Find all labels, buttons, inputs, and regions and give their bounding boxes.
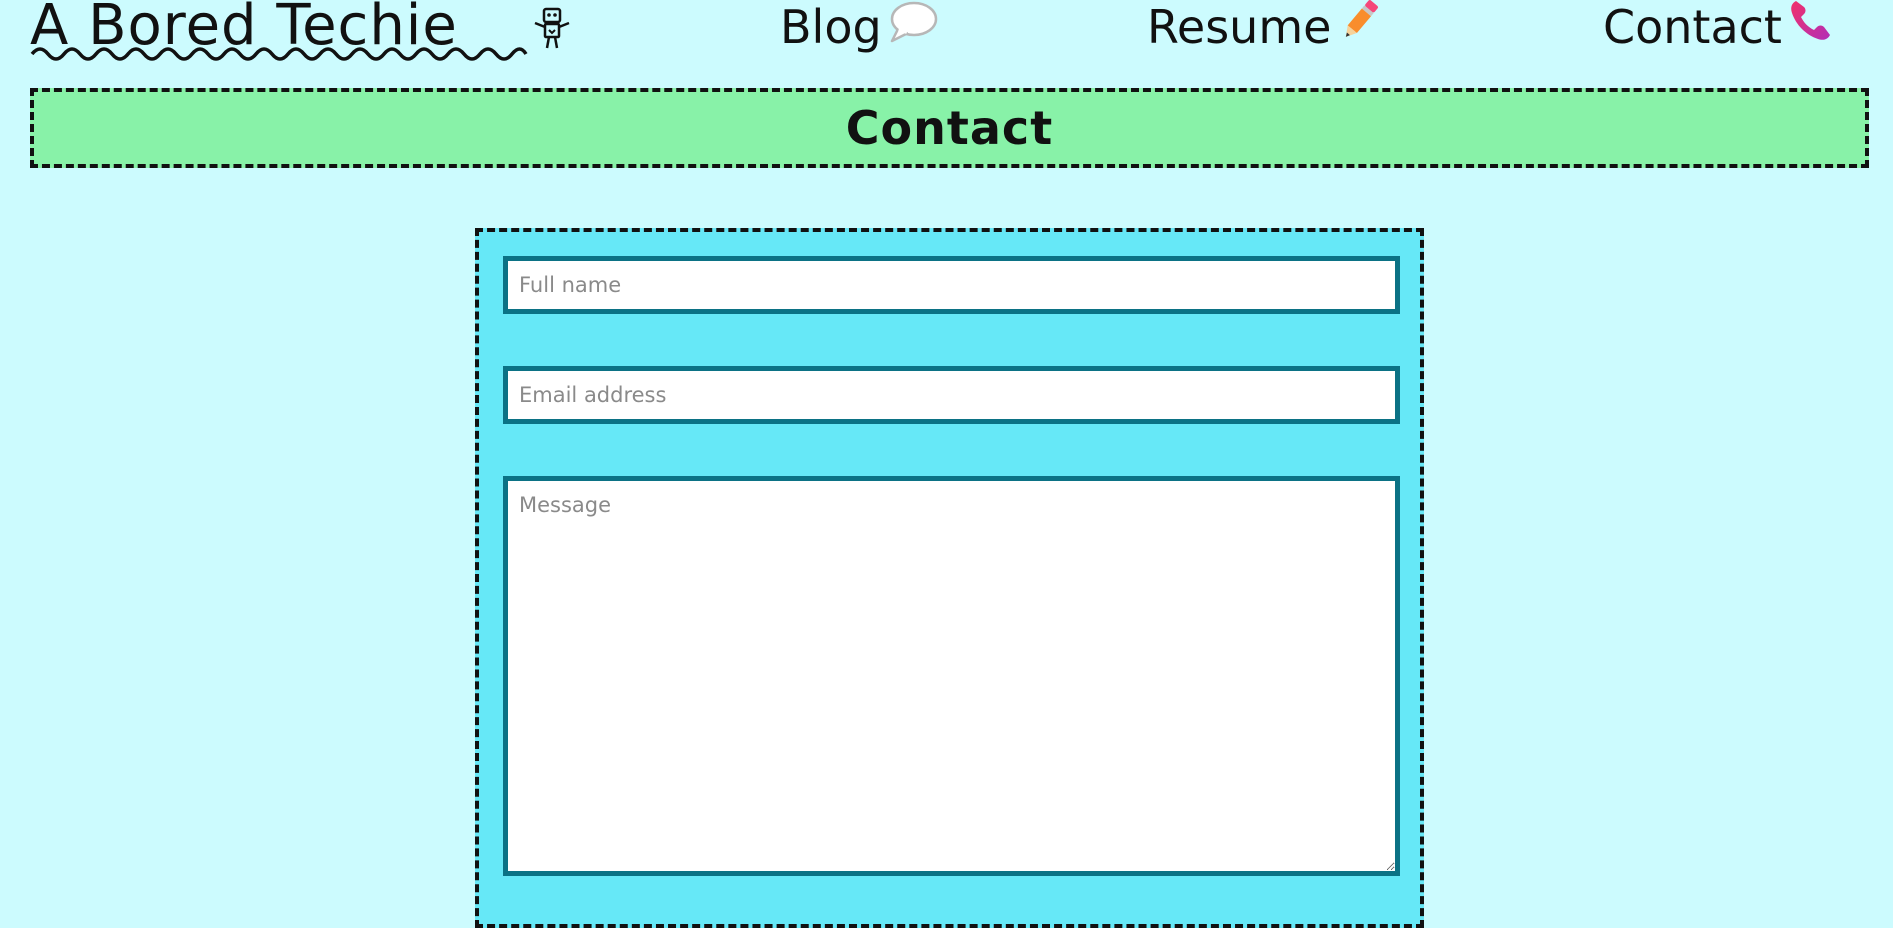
- nav-contact-link[interactable]: Contact: [1603, 0, 1834, 56]
- nav-resume-label: Resume: [1147, 0, 1332, 54]
- pencil-icon: [1337, 0, 1383, 57]
- nav-blog-label: Blog: [780, 0, 882, 54]
- phone-icon: [1788, 0, 1834, 56]
- robot-icon: [534, 7, 570, 49]
- site-header: A Bored Techie Blog Resume Contact: [0, 0, 1893, 68]
- brand-link[interactable]: A Bored Techie: [30, 0, 528, 61]
- page-title-banner: Contact: [30, 88, 1869, 168]
- nav-resume-link[interactable]: Resume: [1147, 0, 1383, 57]
- squiggle-underline-icon: [30, 47, 528, 61]
- message-textarea[interactable]: [503, 476, 1400, 876]
- nav-blog-link[interactable]: Blog: [780, 0, 938, 56]
- email-address-input[interactable]: [503, 366, 1400, 424]
- full-name-input[interactable]: [503, 256, 1400, 314]
- contact-form: [475, 228, 1424, 928]
- nav-contact-label: Contact: [1603, 0, 1782, 54]
- speech-bubble-icon: [888, 0, 938, 56]
- page-title: Contact: [845, 101, 1054, 155]
